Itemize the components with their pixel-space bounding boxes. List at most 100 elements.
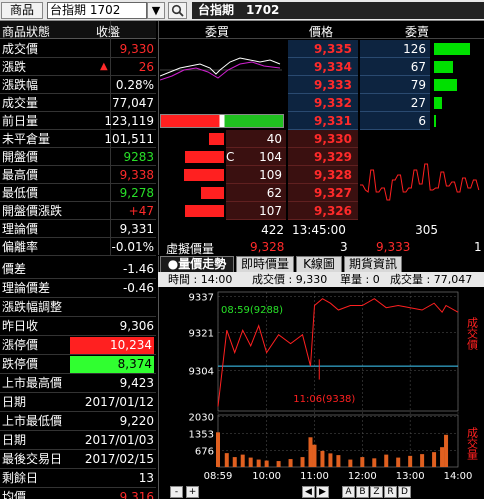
info-row: 跌停價 8,374: [0, 355, 156, 374]
chart-control-button[interactable]: ▶: [316, 486, 329, 498]
info-label: 上市最高價: [2, 376, 63, 390]
info-value: 9,316: [119, 490, 154, 499]
chart-control-button[interactable]: D: [398, 486, 411, 498]
chart-control-button[interactable]: -: [170, 486, 183, 498]
volume-bar: [300, 457, 305, 467]
volume-bar: [320, 450, 325, 467]
volume-bar: [224, 453, 229, 467]
chart-info-time: 時間 : 14:00: [168, 273, 233, 286]
chart-tab[interactable]: 即時價量: [236, 256, 294, 272]
info-value: 2017/01/03: [84, 433, 154, 447]
quote-value: 9,278: [119, 186, 154, 200]
quote-value: 9283: [123, 150, 154, 164]
chart-control-button[interactable]: B: [356, 486, 369, 498]
quote-row: 前日量 123,119: [0, 112, 156, 130]
symbol-input[interactable]: 台指期 1702: [47, 2, 147, 19]
volume-bar: [420, 454, 425, 467]
info-row: 上市最高價 9,423: [0, 374, 156, 393]
quote-label: 漲跌: [2, 60, 27, 74]
chart-info-bar: 時間 : 14:00 成交價 : 9,330 單量 : 0 成交量 : 77,0…: [158, 272, 484, 287]
time-tick-label: 12:00: [348, 471, 377, 482]
quote-label: 前日量: [2, 114, 39, 128]
info-label: 理論價差: [2, 281, 51, 295]
chart-tab[interactable]: K線圖: [296, 256, 342, 272]
ask-qty: 6: [418, 114, 426, 128]
quote-row: 漲跌 ▲ 26: [0, 58, 156, 76]
volume-bar: [248, 457, 253, 467]
info-label: 日期: [2, 395, 27, 409]
chart-control-button[interactable]: +: [186, 486, 199, 498]
volume-bar: [360, 457, 365, 467]
volume-bar: [276, 461, 281, 467]
volume-bar: [408, 455, 413, 467]
virtual-qty: 3: [340, 240, 348, 254]
quote-label: 開盤價漲跌: [2, 204, 63, 218]
quote-label: 理論價: [2, 222, 39, 236]
quote-row: 成交量 77,047: [0, 94, 156, 112]
volume-bar: [312, 444, 317, 467]
bid-volume-bar: [184, 169, 224, 181]
quote-row: 開盤價 9283: [0, 148, 156, 166]
ask-price: 9,332: [314, 96, 352, 110]
volume-bar: [444, 434, 449, 467]
ask-total: 305: [415, 223, 438, 237]
quote-label: 偏離率: [2, 240, 39, 254]
bid-qty: 104: [259, 150, 282, 164]
ask-qty: 126: [403, 42, 426, 56]
bid-total: 422: [261, 223, 284, 237]
info-value: 9,220: [119, 414, 154, 428]
bid-volume-bar: [185, 151, 224, 163]
orderbook-price-header: 價格: [309, 25, 334, 39]
info-row: 昨日收 9,306: [0, 317, 156, 336]
volume-bar: [264, 460, 269, 467]
info-row: 漲停價 10,234: [0, 336, 156, 355]
menu-button[interactable]: 商品: [1, 2, 43, 19]
info-row: 漲跌幅調整: [0, 298, 156, 317]
volume-bar: [432, 452, 437, 467]
bid-price: 9,330: [314, 132, 352, 146]
chevron-down-icon[interactable]: ▼: [147, 2, 165, 19]
info-value: 10,234: [70, 337, 154, 354]
quote-value: 77,047: [112, 96, 154, 110]
info-label: 上市最低價: [2, 414, 63, 428]
volume-bar: [256, 459, 261, 467]
quote-value: 26: [138, 60, 154, 74]
ask-price: 9,334: [314, 60, 352, 74]
info-value: 8,374: [70, 356, 154, 373]
window-title: 台指期 1702: [192, 2, 484, 19]
chart-control-button[interactable]: R: [384, 486, 397, 498]
ask-volume-bar: [434, 43, 470, 55]
orderbook-ask-header: 委賣: [405, 25, 430, 39]
info-value: 9,423: [119, 376, 154, 390]
info-row: 日期 2017/01/12: [0, 393, 156, 412]
quote-label: 最低價: [2, 186, 39, 200]
price-volume-chart[interactable]: 9337 9321 9304 2030 1353 676 08:59 10:00 11:00 12…: [158, 287, 484, 485]
quote-label: 未平倉量: [2, 132, 51, 146]
chart-info-price: 成交價 : 9,330: [252, 273, 328, 286]
tick-mini-chart: [360, 163, 480, 201]
volume-bar: [372, 458, 377, 467]
orderbook-bid-header: 委買: [205, 25, 230, 39]
ask-volume-bar: [434, 97, 442, 109]
info-label: 剩餘日: [2, 471, 39, 485]
quote-label: 開盤價: [2, 150, 39, 164]
quote-row: 最高價 9,338: [0, 166, 156, 184]
chart-tab[interactable]: 期貨資訊: [344, 256, 402, 272]
info-row: 日期 2017/01/03: [0, 431, 156, 450]
volume-bar: [384, 454, 389, 467]
intraday-sparkline: [160, 57, 282, 81]
chart-control-button[interactable]: Z: [370, 486, 383, 498]
info-label: 跌停價: [2, 357, 39, 371]
chart-tab[interactable]: ●量價走勢: [160, 256, 234, 272]
chart-control-button[interactable]: ◀: [302, 486, 315, 498]
search-icon[interactable]: [168, 2, 187, 19]
volume-bar: [240, 454, 245, 467]
volume-tick-label: 676: [195, 446, 214, 457]
volume-bar: [288, 459, 293, 467]
ask-qty: 67: [410, 60, 426, 74]
ask-volume-bar: [434, 79, 457, 91]
chart-control-button[interactable]: A: [342, 486, 355, 498]
quote-value: -0.01%: [111, 240, 154, 254]
ask-qty: 79: [410, 78, 426, 92]
quote-row: 成交價 9,330: [0, 40, 156, 58]
